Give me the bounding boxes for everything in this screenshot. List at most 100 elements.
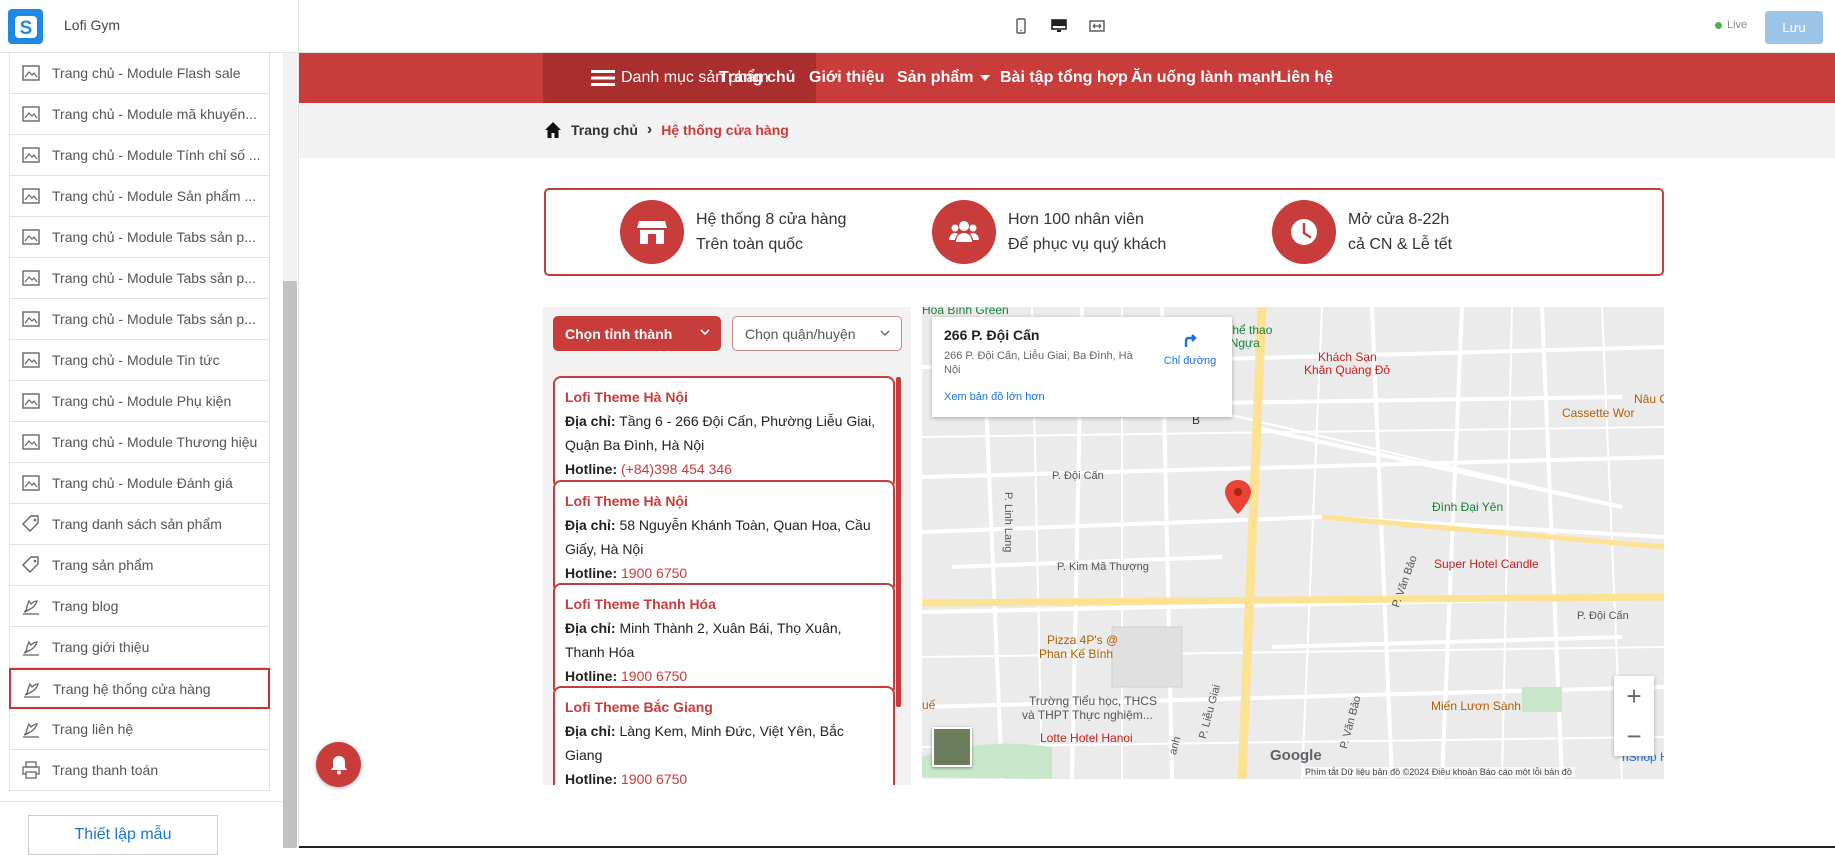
district-select[interactable]: Chọn quận/huyện (732, 316, 902, 351)
sidebar-item[interactable]: Trang giới thiệu (9, 627, 270, 668)
highlight-stores-line1: Hệ thống 8 cửa hàng (696, 211, 847, 228)
nav-link-healthy-eating[interactable]: Ăn uống lành mạnh (1131, 53, 1280, 103)
scrollbar-thumb[interactable] (283, 281, 297, 848)
store-icon (620, 200, 684, 264)
store-card[interactable]: Lofi Theme Bắc Giang Địa chỉ: Làng Kem, M… (553, 686, 895, 785)
sidebar-item-label: Trang chủ - Module Tabs sản p... (52, 229, 256, 245)
layout-icon (20, 390, 42, 412)
province-select[interactable]: Chọn tỉnh thành (553, 316, 721, 351)
directions-button[interactable]: Chỉ đường (1160, 327, 1220, 367)
address-label: Địa chỉ: (565, 620, 616, 636)
sidebar-item[interactable]: Trang chủ - Module Tabs sản p... (9, 258, 270, 299)
sidebar-item[interactable]: Trang danh sách sản phẩm (9, 504, 270, 545)
layout-icon (20, 308, 42, 330)
layout-icon (20, 431, 42, 453)
sidebar-item[interactable]: Trang chủ - Module Tabs sản p... (9, 217, 270, 258)
breadcrumb-home[interactable]: Trang chủ (571, 122, 638, 138)
sidebar-item[interactable]: Trang liên hệ (9, 709, 270, 750)
store-hotline[interactable]: 1900 6750 (621, 771, 687, 785)
main-nav: Danh mục sản phẩm Trang chủ Giới thiệu S… (299, 53, 1835, 103)
logo-s-icon: S (14, 15, 37, 39)
highlight-hours-line1: Mở cửa 8-22h (1348, 211, 1450, 228)
breadcrumb-separator: › (646, 121, 653, 138)
store-hotline[interactable]: 1900 6750 (621, 668, 687, 684)
sidebar-item[interactable]: Trang chủ - Module Tin tức (9, 340, 270, 381)
map-place-address: 266 P. Đội Cấn, Liễu Giai, Ba Đình, Hà N… (944, 350, 1133, 376)
map-label: P. Đội Cấn (1577, 610, 1629, 622)
map-label: Miến Lươn Sành (1431, 699, 1521, 713)
directions-label: Chỉ đường (1163, 355, 1217, 367)
layout-icon (20, 62, 42, 84)
sidebar-item-label: Trang danh sách sản phẩm (52, 516, 222, 532)
sidebar: Trang chủ - Module Flash sale Trang chủ -… (0, 53, 299, 855)
sidebar-item-label: Trang chủ - Module Flash sale (52, 65, 241, 81)
mobile-icon[interactable] (1010, 15, 1032, 37)
layout-icon (20, 103, 42, 125)
sidebar-item[interactable]: Trang blog (9, 586, 270, 627)
sidebar-item[interactable]: Trang chủ - Module Tabs sản p... (9, 299, 270, 340)
highlight-staff: Hơn 100 nhân viên Để phục vụ quý khách (932, 200, 1166, 264)
users-icon (932, 200, 996, 264)
highlight-stores-line2: Trên toàn quốc (696, 236, 804, 253)
blog-icon (20, 595, 42, 617)
sidebar-item[interactable]: Trang chủ - Module Thương hiệu (9, 422, 270, 463)
map-label: Trường Tiểu học, THCS (1029, 694, 1157, 708)
caret-down-icon (980, 75, 991, 81)
desktop-icon[interactable] (1048, 15, 1070, 37)
hamburger-icon (591, 70, 615, 86)
fullwidth-icon[interactable] (1086, 15, 1108, 37)
nav-link-workouts[interactable]: Bài tập tổng hợp (1000, 53, 1128, 103)
zoom-out-button[interactable]: − (1614, 716, 1654, 756)
store-map[interactable]: Hòa Bình Green Cung thể thao Quần Ngựa K… (922, 307, 1664, 779)
sidebar-item-label: Trang chủ - Module Tabs sản p... (52, 270, 256, 286)
sidebar-item-label: Trang sản phẩm (52, 557, 154, 573)
hotline-label: Hotline: (565, 565, 618, 581)
zoom-in-button[interactable]: + (1614, 676, 1654, 716)
sidebar-item[interactable]: Trang thanh toán (9, 750, 270, 791)
store-hotline[interactable]: (+84)398 454 346 (621, 461, 732, 477)
sidebar-item-label: Trang hệ thống cửa hàng (53, 680, 211, 697)
store-card[interactable]: Lofi Theme Hà Nội Địa chỉ: Tầng 6 - 266 Đ… (553, 376, 895, 489)
satellite-toggle[interactable] (932, 727, 972, 767)
sidebar-item-label: Trang chủ - Module mã khuyến... (52, 106, 257, 122)
top-bar: S Lofi Gym Live Lưu (0, 0, 1835, 53)
nav-link-about[interactable]: Giới thiệu (809, 53, 884, 103)
sidebar-item[interactable]: Trang chủ - Module Tính chỉ số ... (9, 135, 270, 176)
map-label: P. Kim Mã Thượng (1057, 561, 1149, 573)
divider (298, 0, 299, 53)
map-footer[interactable]: Phím tắt Dữ liệu bản đồ ©2024 Điều khoản… (1302, 767, 1575, 777)
sidebar-item-label: Trang liên hệ (52, 721, 134, 737)
sidebar-item[interactable]: Trang chủ - Module Flash sale (9, 53, 270, 94)
map-label: và THPT Thực nghiệm... (1022, 708, 1153, 722)
store-card[interactable]: Lofi Theme Hà Nội Địa chỉ: 58 Nguyễn Khán… (553, 480, 895, 593)
larger-map-link[interactable]: Xem bản đồ lớn hơn (944, 391, 1220, 403)
printer-icon (20, 759, 42, 781)
layout-icon (20, 226, 42, 248)
sidebar-item[interactable]: Trang chủ - Module Phụ kiện (9, 381, 270, 422)
highlight-hours-line2: cả CN & Lễ tết (1348, 236, 1453, 253)
breadcrumb-bar: Trang chủ › Hệ thống cửa hàng (299, 103, 1835, 158)
blog-icon (21, 678, 43, 700)
nav-link-contact[interactable]: Liên hệ (1277, 53, 1333, 103)
clock-icon (1272, 200, 1336, 264)
notification-bell-button[interactable] (316, 742, 361, 787)
app-logo[interactable]: S (8, 9, 43, 44)
nav-link-home[interactable]: Trang chủ (719, 53, 795, 103)
hotline-label: Hotline: (565, 461, 618, 477)
map-label: Đình Đại Yên (1432, 500, 1504, 514)
store-hotline[interactable]: 1900 6750 (621, 565, 687, 581)
blog-icon (20, 718, 42, 740)
sidebar-item[interactable]: Trang sản phẩm (9, 545, 270, 586)
sidebar-item[interactable]: Trang chủ - Module Đánh giá (9, 463, 270, 504)
highlight-stores: Hệ thống 8 cửa hàng Trên toàn quốc (620, 200, 846, 264)
live-dot (1715, 21, 1722, 29)
sidebar-item[interactable]: Trang chủ - Module mã khuyến... (9, 94, 270, 135)
save-button[interactable]: Lưu (1765, 11, 1823, 44)
sidebar-item[interactable]: Trang hệ thống cửa hàng (9, 668, 270, 709)
home-icon[interactable] (544, 121, 562, 139)
nav-link-products[interactable]: Sản phẩm (897, 53, 991, 103)
sidebar-item[interactable]: Trang chủ - Module Sản phẩm ... (9, 176, 270, 217)
store-list-scrollbar[interactable] (896, 377, 901, 707)
store-card[interactable]: Lofi Theme Thanh Hóa Địa chỉ: Minh Thành … (553, 583, 895, 696)
template-setup-button[interactable]: Thiết lập mẫu (28, 815, 218, 855)
